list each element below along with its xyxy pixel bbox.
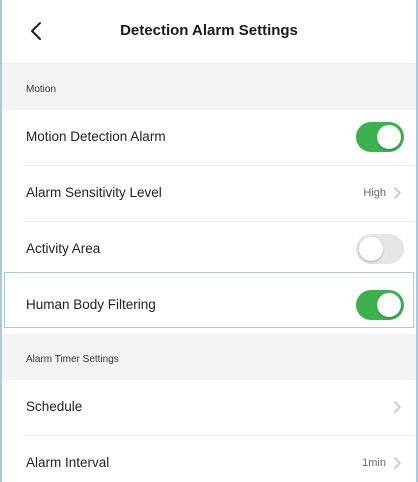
- activity-area-toggle[interactable]: [356, 234, 404, 264]
- row-motion-detection-alarm: Motion Detection Alarm: [2, 110, 416, 166]
- chevron-right-icon: [394, 187, 401, 199]
- row-label: Alarm Sensitivity Level: [26, 185, 162, 200]
- chevron-right-icon: [394, 401, 401, 413]
- motion-detection-alarm-toggle[interactable]: [356, 122, 404, 152]
- toggle-knob: [359, 237, 383, 261]
- toggle-knob: [377, 293, 401, 317]
- row-alarm-sensitivity-level[interactable]: Alarm Sensitivity Level High: [2, 166, 416, 222]
- row-label: Schedule: [26, 399, 83, 414]
- row-activity-area: Activity Area: [2, 222, 416, 278]
- row-label: Alarm Interval: [26, 455, 110, 470]
- human-body-filtering-toggle[interactable]: [356, 290, 404, 320]
- section-header-alarm-timer: Alarm Timer Settings: [2, 334, 416, 380]
- row-alarm-interval[interactable]: Alarm Interval 1min: [2, 436, 416, 482]
- section-title: Alarm Timer Settings: [26, 354, 119, 365]
- navigation-bar: Detection Alarm Settings: [2, 0, 416, 64]
- interval-value: 1min: [362, 457, 386, 469]
- row-label: Motion Detection Alarm: [26, 129, 166, 144]
- row-label: Activity Area: [26, 241, 101, 256]
- toggle-knob: [377, 125, 401, 149]
- settings-screen: Detection Alarm Settings Motion Motion D…: [0, 0, 418, 482]
- section-header-motion: Motion: [2, 64, 416, 110]
- sensitivity-value: High: [363, 187, 386, 199]
- chevron-right-icon: [394, 457, 401, 469]
- row-label: Human Body Filtering: [26, 297, 156, 312]
- row-schedule[interactable]: Schedule: [2, 380, 416, 436]
- section-title: Motion: [26, 84, 57, 95]
- row-human-body-filtering: Human Body Filtering: [2, 278, 416, 334]
- page-title: Detection Alarm Settings: [120, 22, 298, 39]
